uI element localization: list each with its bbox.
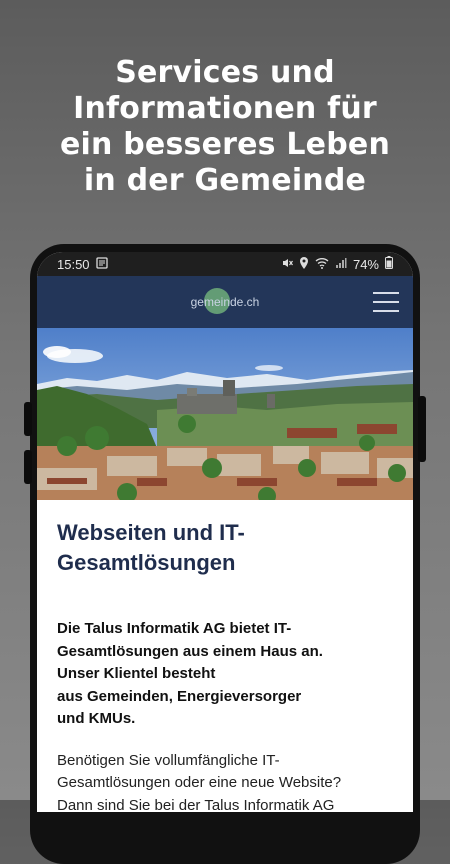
article: Webseiten und IT- Gesamtlösungen Die Tal… — [37, 500, 413, 812]
promo-line: in der Gemeinde — [83, 163, 367, 198]
hero-image — [37, 328, 413, 500]
article-heading: Webseiten und IT- Gesamtlösungen — [57, 518, 393, 578]
article-body: Benötigen Sie vollumfängliche IT- Gesamt… — [57, 750, 393, 813]
volume-up-button — [24, 402, 32, 436]
logo-prefix: ge — [190, 295, 204, 309]
article-lead: Die Talus Informatik AG bietet IT- Gesam… — [57, 618, 393, 731]
promo-line: ein besseres Leben — [60, 127, 390, 162]
status-bar: 15:50 74% — [37, 252, 413, 276]
lead-line: Die Talus Informatik AG bietet IT- — [57, 620, 292, 637]
volume-down-button — [24, 450, 32, 484]
signal-icon — [335, 257, 347, 272]
location-icon — [299, 256, 309, 272]
heading-line: Gesamtlösungen — [57, 550, 236, 575]
body-line: Benötigen Sie vollumfängliche IT- — [57, 751, 280, 769]
heading-line: Webseiten und IT- — [57, 520, 245, 545]
promo-headline: Services und Informationen für ein besse… — [0, 55, 450, 199]
wifi-icon — [315, 257, 329, 272]
promo-line: Services und — [115, 55, 335, 90]
mute-icon — [281, 257, 293, 272]
battery-icon — [385, 256, 393, 272]
lead-line: Unser Klientel besteht — [57, 665, 216, 682]
body-line: Gesamtlösungen oder eine neue Website? — [57, 774, 342, 791]
logo-mid: mein — [203, 295, 230, 309]
lead-line: und KMUs. — [57, 710, 136, 727]
site-navbar: ge mein de.ch — [37, 276, 413, 328]
lead-line: Gesamtlösungen aus einem Haus an. — [57, 642, 323, 660]
notification-icon — [95, 256, 108, 272]
battery-percent: 74% — [352, 256, 379, 272]
menu-icon[interactable] — [373, 292, 399, 312]
power-button — [418, 396, 426, 462]
body-line: Dann sind Sie bei der Talus Informatik A… — [57, 796, 335, 813]
site-logo[interactable]: ge mein de.ch — [190, 288, 260, 314]
logo-suffix: de.ch — [230, 295, 260, 309]
lead-line: aus Gemeinden, Energieversorger — [57, 687, 302, 705]
phone-screen: 15:50 74% ge mein de.ch Webseiten und IT… — [37, 252, 413, 812]
status-time: 15:50 — [57, 256, 90, 272]
promo-line: Informationen für — [73, 91, 377, 126]
